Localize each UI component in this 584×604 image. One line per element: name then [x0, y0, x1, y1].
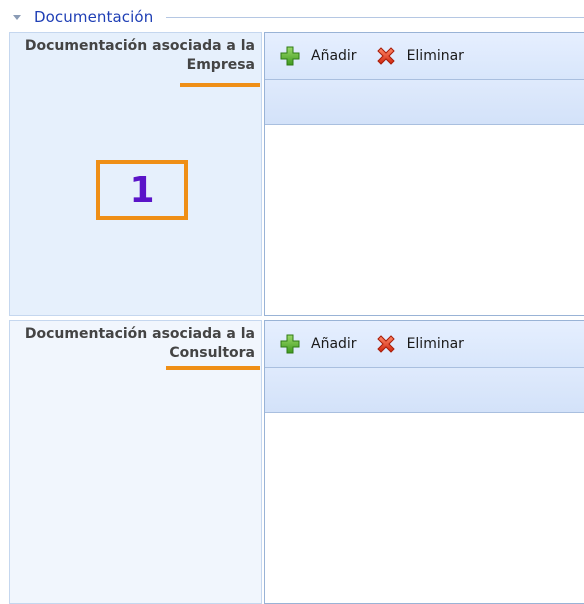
add-plus-icon [280, 46, 300, 66]
grid-body[interactable] [265, 413, 584, 603]
row-label: Documentación asociada a la Consultora [15, 325, 255, 363]
delete-button[interactable]: Eliminar [375, 333, 464, 355]
delete-x-icon [376, 47, 395, 65]
label-cell-consultancy: Documentación asociada a la Consultora [9, 320, 262, 604]
delete-button-label: Eliminar [406, 48, 464, 64]
delete-button[interactable]: Eliminar [375, 45, 464, 67]
grid-header [265, 368, 584, 413]
row-label-line2: Consultora [169, 345, 255, 361]
row-label-line2: Empresa [186, 57, 255, 73]
collapse-triangle-icon[interactable] [10, 10, 24, 24]
section-title: Documentación [34, 8, 154, 26]
section-header[interactable]: Documentación [10, 7, 153, 27]
callout-box: 1 [96, 160, 188, 220]
add-button[interactable]: Añadir [279, 45, 357, 67]
add-button-label: Añadir [311, 336, 357, 352]
grid-toolbar: Añadir Eliminar [265, 321, 584, 368]
row-label-line1: Documentación asociada a la [24, 326, 255, 342]
add-button[interactable]: Añadir [279, 333, 357, 355]
highlight-underline [166, 366, 260, 370]
grid-body[interactable] [265, 125, 584, 315]
delete-x-icon [376, 335, 395, 353]
row-label: Documentación asociada a la Empresa [15, 37, 255, 75]
fieldset-border [166, 17, 584, 18]
documents-grid-company: Añadir Eliminar [264, 32, 584, 316]
add-button-label: Añadir [311, 48, 357, 64]
grid-toolbar: Añadir Eliminar [265, 33, 584, 80]
delete-button-label: Eliminar [406, 336, 464, 352]
grid-header [265, 80, 584, 125]
highlight-underline [180, 83, 260, 87]
documents-grid-consultancy: Añadir Eliminar [264, 320, 584, 604]
add-plus-icon [280, 334, 300, 354]
row-label-line1: Documentación asociada a la [24, 38, 255, 54]
callout-number: 1 [129, 169, 155, 211]
documents-row-consultancy: Documentación asociada a la Consultora A… [9, 320, 584, 604]
